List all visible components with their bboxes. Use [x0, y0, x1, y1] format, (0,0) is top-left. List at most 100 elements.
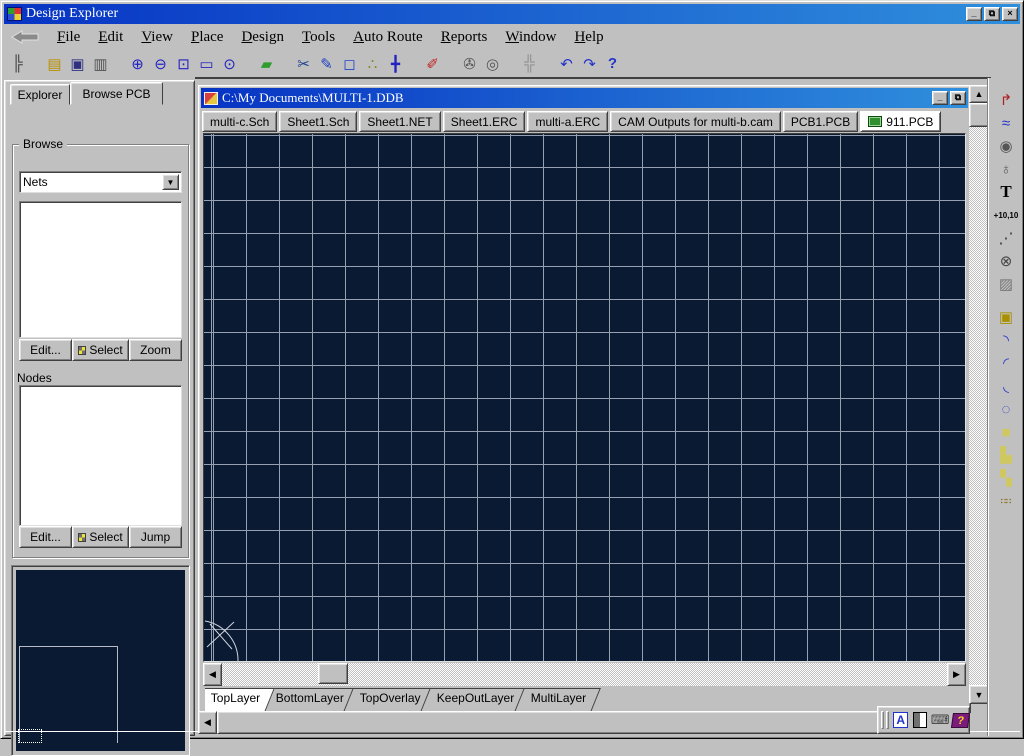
save-icon[interactable]: ▣	[66, 53, 89, 75]
scrollbar-thumb[interactable]	[969, 103, 989, 127]
toolbar-grip[interactable]	[886, 711, 889, 729]
toolbar-grip[interactable]	[881, 711, 884, 729]
scroll-left-icon[interactable]: ◀	[198, 711, 217, 734]
scroll-up-icon[interactable]: ▲	[969, 85, 989, 103]
mdi-horizontal-scrollbar[interactable]: ◀	[198, 711, 960, 734]
close-button[interactable]: ×	[1002, 7, 1018, 21]
doc-tab-multi-a-erc[interactable]: multi-a.ERC	[527, 111, 608, 132]
deselect-icon[interactable]: ∴	[361, 53, 384, 75]
combobox-dropdown-icon[interactable]: ▼	[162, 174, 179, 190]
menu-place[interactable]: Place	[182, 27, 232, 48]
menu-tools[interactable]: Tools	[293, 27, 344, 48]
board-preview[interactable]	[11, 565, 190, 756]
wizard-icon[interactable]: ✐	[421, 53, 444, 75]
nets-select-button[interactable]: Select	[72, 339, 129, 361]
doc-tab-911-pcb[interactable]: 911.PCB	[860, 111, 941, 132]
cross-probe-icon[interactable]: ▰	[255, 53, 278, 75]
place-split-plane-icon[interactable]: ▚	[993, 468, 1019, 488]
scrollbar-thumb[interactable]	[217, 711, 960, 734]
menu-auto-route[interactable]: Auto Route	[344, 27, 432, 48]
nets-listbox[interactable]	[19, 201, 182, 338]
zoom-out-icon[interactable]: ⊖	[149, 53, 172, 75]
document-icon[interactable]	[204, 92, 218, 105]
query-mask-icon[interactable]: ◎	[481, 53, 504, 75]
redo-icon[interactable]: ↷	[578, 53, 601, 75]
layer-tab-multilayer[interactable]: MultiLayer	[514, 688, 601, 712]
doc-tab-cam-outputs-for-multi-b-cam[interactable]: CAM Outputs for multi-b.cam	[610, 111, 781, 132]
highlight-net-icon[interactable]: ✎	[315, 53, 338, 75]
text-find-icon[interactable]: A	[893, 712, 909, 728]
polygon-mask-icon[interactable]: ✇	[458, 53, 481, 75]
scrollbar-thumb[interactable]	[318, 663, 348, 684]
place-polygon-plane-icon[interactable]: ▙	[993, 445, 1019, 465]
nets-edit-button[interactable]: Edit...	[19, 339, 72, 361]
doc-tab-sheet1-net[interactable]: Sheet1.NET	[359, 111, 440, 132]
zoom-area-icon[interactable]: ▭	[195, 53, 218, 75]
nodes-listbox[interactable]	[19, 385, 182, 526]
mdi-vertical-scrollbar[interactable]: ▲ ▼	[969, 85, 989, 704]
pcb-canvas[interactable]	[203, 133, 966, 662]
grid-toggle-icon[interactable]: ╬	[518, 53, 541, 75]
place-room-icon[interactable]: ⊗	[993, 251, 1019, 271]
scrollbar-track[interactable]	[222, 663, 947, 686]
panel-icon[interactable]	[910, 711, 928, 729]
place-arc-angle-icon[interactable]: ◟	[993, 376, 1019, 396]
move-object-icon[interactable]: ╋	[384, 53, 407, 75]
help-icon[interactable]: ?	[601, 53, 624, 75]
doc-restore-button[interactable]: ⧉	[950, 91, 966, 105]
keyboard-icon[interactable]: ⌨	[931, 711, 950, 729]
select-area-icon[interactable]: ◻	[338, 53, 361, 75]
interactive-route-icon[interactable]: ↱	[993, 90, 1019, 110]
zoom-document-icon[interactable]: ⊡	[172, 53, 195, 75]
place-arc-center-icon[interactable]: ◜	[993, 353, 1019, 373]
menu-arrow-icon[interactable]	[10, 29, 40, 45]
restore-button[interactable]: ⧉	[984, 7, 1000, 21]
place-coordinate-icon[interactable]: +10,10	[993, 205, 1019, 225]
doc-tab-sheet1-erc[interactable]: Sheet1.ERC	[443, 111, 526, 132]
doc-tab-pcb1-pcb[interactable]: PCB1.PCB	[783, 111, 858, 132]
browse-type-combobox[interactable]: Nets ▼	[19, 171, 182, 193]
tab-browse-pcb[interactable]: Browse PCB	[70, 82, 163, 105]
clip-wire-icon[interactable]: ✂	[292, 53, 315, 75]
place-array-icon[interactable]: ∷∷	[993, 491, 1019, 511]
doc-tab-sheet1-sch[interactable]: Sheet1.Sch	[279, 111, 357, 132]
nets-zoom-button[interactable]: Zoom	[129, 339, 182, 361]
menu-file[interactable]: File	[48, 27, 89, 48]
place-pad-icon[interactable]: ◉	[993, 136, 1019, 156]
doc-tab-multi-c-sch[interactable]: multi-c.Sch	[202, 111, 277, 132]
menu-help[interactable]: Help	[565, 27, 612, 48]
canvas-horizontal-scrollbar[interactable]: ◀ ▶	[203, 663, 966, 686]
menu-window[interactable]: Window	[496, 27, 565, 48]
place-string-icon[interactable]: T	[993, 182, 1019, 202]
scroll-right-icon[interactable]: ▶	[947, 663, 966, 686]
nodes-select-button[interactable]: Select	[72, 526, 129, 548]
place-arc-edge-icon[interactable]: ◝	[993, 330, 1019, 350]
place-via-icon[interactable]: ♁	[993, 159, 1019, 179]
explorer-panel-toggle-icon[interactable]: ╠	[6, 53, 29, 75]
doc-minimize-button[interactable]: _	[932, 91, 948, 105]
open-document-icon[interactable]: ▤	[43, 53, 66, 75]
board-preview-canvas[interactable]	[16, 570, 185, 751]
zoom-in-icon[interactable]: ⊕	[126, 53, 149, 75]
undo-icon[interactable]: ↶	[555, 53, 578, 75]
menu-edit[interactable]: Edit	[89, 27, 132, 48]
menu-design[interactable]: Design	[232, 27, 293, 48]
scroll-left-icon[interactable]: ◀	[203, 663, 222, 686]
tab-explorer[interactable]: Explorer	[10, 84, 70, 105]
app-icon[interactable]	[7, 7, 22, 21]
nodes-edit-button[interactable]: Edit...	[19, 526, 72, 548]
menu-reports[interactable]: Reports	[432, 27, 497, 48]
print-icon[interactable]: ▥	[89, 53, 112, 75]
nodes-jump-button[interactable]: Jump	[129, 526, 182, 548]
minimize-button[interactable]: _	[966, 7, 982, 21]
place-component-icon[interactable]: ▣	[993, 307, 1019, 327]
layer-tab-toplayer[interactable]: TopLayer	[205, 688, 275, 712]
place-polygon-icon[interactable]: ▨	[993, 274, 1019, 294]
place-circle-icon[interactable]: ◌	[993, 399, 1019, 419]
place-track-icon[interactable]: ≈	[993, 113, 1019, 133]
place-fill-icon[interactable]: ■	[993, 422, 1019, 442]
menu-view[interactable]: View	[132, 27, 182, 48]
zoom-selection-icon[interactable]: ⊙	[218, 53, 241, 75]
layer-tab-keepoutlayer[interactable]: KeepOutLayer	[420, 688, 529, 712]
place-dimension-icon[interactable]: ⋰	[993, 228, 1019, 248]
